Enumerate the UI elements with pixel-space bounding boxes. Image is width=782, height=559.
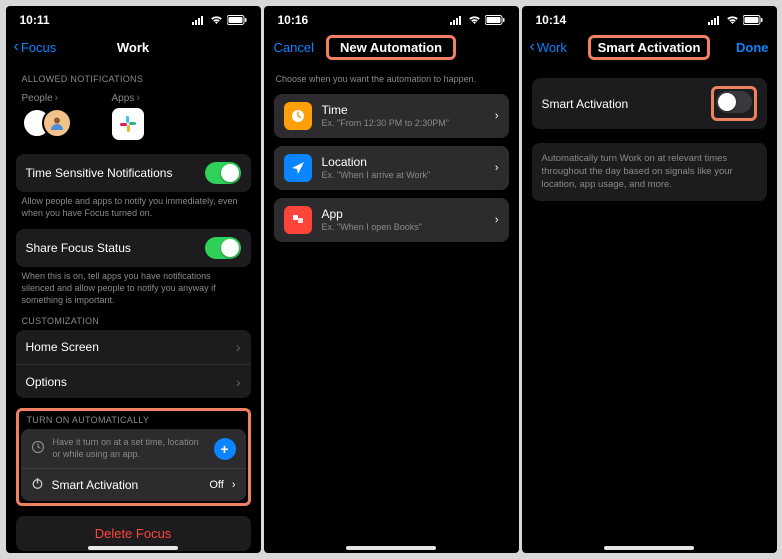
status-bar: 10:14 <box>522 6 777 34</box>
app-icon <box>284 206 312 234</box>
smart-activation-label: Smart Activation <box>542 97 711 111</box>
avatar <box>42 108 72 138</box>
chevron-right-icon: › <box>136 92 140 104</box>
home-screen-row[interactable]: Home Screen › <box>16 330 251 364</box>
smart-activation-description: Automatically turn Work on at relevant t… <box>532 143 767 201</box>
chevron-right-icon: › <box>55 92 59 104</box>
options-label: Options <box>26 375 236 389</box>
time-sensitive-hint: Allow people and apps to notify you imme… <box>16 192 251 219</box>
share-focus-toggle[interactable] <box>205 237 241 259</box>
signal-icon <box>450 15 464 25</box>
time-sensitive-label: Time Sensitive Notifications <box>26 166 205 180</box>
status-time: 10:16 <box>278 13 309 27</box>
share-focus-label: Share Focus Status <box>26 241 205 255</box>
share-focus-hint: When this is on, tell apps you have noti… <box>16 267 251 306</box>
smart-activation-value: Off <box>209 479 223 491</box>
phone-new-automation: 10:16 Cancel New Automation Choose when … <box>264 6 519 553</box>
home-indicator[interactable] <box>346 546 436 550</box>
automation-location-row[interactable]: Location Ex. "When I arrive at Work" › <box>274 146 509 190</box>
wifi-icon <box>210 15 223 25</box>
status-bar: 10:11 <box>6 6 261 34</box>
annotation-highlight: New Automation <box>326 35 456 60</box>
share-focus-row[interactable]: Share Focus Status <box>16 229 251 267</box>
power-icon <box>31 477 44 493</box>
smart-activation-toggle[interactable] <box>716 91 752 113</box>
home-indicator[interactable] <box>88 546 178 550</box>
status-indicators <box>192 15 247 25</box>
chevron-right-icon: › <box>495 162 499 174</box>
chevron-right-icon: › <box>236 375 241 389</box>
chevron-right-icon: › <box>495 110 499 122</box>
automation-subtitle: Ex. "When I arrive at Work" <box>322 170 495 180</box>
location-icon <box>284 154 312 182</box>
annotation-highlight: Smart Activation <box>588 35 711 60</box>
clock-icon <box>284 102 312 130</box>
allowed-header: ALLOWED NOTIFICATIONS <box>16 64 251 88</box>
page-title: Smart Activation <box>594 40 705 55</box>
phone-work-settings: 10:11 ‹ Focus Work ALLOWED NOTIFICATIONS… <box>6 6 261 553</box>
chevron-left-icon: ‹ <box>530 41 535 54</box>
chevron-right-icon: › <box>236 340 241 354</box>
automation-time-row[interactable]: Time Ex. "From 12:30 PM to 2:30PM" › <box>274 94 509 138</box>
time-sensitive-row[interactable]: Time Sensitive Notifications <box>16 154 251 192</box>
annotation-highlight: TURN ON AUTOMATICALLY Have it turn on at… <box>16 408 251 506</box>
battery-icon <box>485 15 505 25</box>
app-icon-slack <box>112 108 144 140</box>
nav-bar: Cancel New Automation <box>264 34 519 64</box>
nav-bar: ‹ Work Smart Activation Done <box>522 34 777 64</box>
smart-activation-row[interactable]: Smart Activation <box>532 78 767 129</box>
chevron-left-icon: ‹ <box>14 41 19 54</box>
chevron-right-icon: › <box>495 214 499 226</box>
chevron-right-icon: › <box>232 479 236 491</box>
apps-label: Apps <box>112 93 135 104</box>
automation-title: Time <box>322 103 495 117</box>
home-indicator[interactable] <box>604 546 694 550</box>
status-indicators <box>708 15 763 25</box>
customization-header: CUSTOMIZATION <box>16 306 251 330</box>
cancel-button[interactable]: Cancel <box>274 40 314 55</box>
signal-icon <box>192 15 206 25</box>
wifi-icon <box>726 15 739 25</box>
page-title: New Automation <box>332 40 450 55</box>
clock-icon <box>31 440 45 457</box>
smart-activation-label: Smart Activation <box>52 478 202 492</box>
automation-subtitle: Ex. "When I open Books" <box>322 222 495 232</box>
status-bar: 10:16 <box>264 6 519 34</box>
status-time: 10:14 <box>536 13 567 27</box>
apps-group[interactable]: Apps› <box>112 92 144 140</box>
home-screen-label: Home Screen <box>26 340 236 354</box>
signal-icon <box>708 15 722 25</box>
options-row[interactable]: Options › <box>16 364 251 398</box>
battery-icon <box>227 15 247 25</box>
back-label: Focus <box>21 40 56 55</box>
auto-hint-text: Have it turn on at a set time, location … <box>53 437 206 460</box>
back-button[interactable]: ‹ Focus <box>14 40 57 55</box>
auto-hint-row: Have it turn on at a set time, location … <box>21 429 246 469</box>
automation-title: App <box>322 207 495 221</box>
back-label: Work <box>537 40 567 55</box>
status-indicators <box>450 15 505 25</box>
battery-icon <box>743 15 763 25</box>
automation-subtitle: Ex. "From 12:30 PM to 2:30PM" <box>322 118 495 128</box>
automation-title: Location <box>322 155 495 169</box>
wifi-icon <box>468 15 481 25</box>
annotation-highlight <box>711 86 757 121</box>
automation-prompt: Choose when you want the automation to h… <box>274 70 509 86</box>
phone-smart-activation: 10:14 ‹ Work Smart Activation Done <box>522 6 777 553</box>
automation-app-row[interactable]: App Ex. "When I open Books" › <box>274 198 509 242</box>
people-group[interactable]: People› <box>22 92 72 140</box>
auto-header: TURN ON AUTOMATICALLY <box>21 413 246 429</box>
status-time: 10:11 <box>20 13 50 27</box>
done-button[interactable]: Done <box>736 40 769 55</box>
people-label: People <box>22 93 53 104</box>
nav-bar: ‹ Focus Work <box>6 34 261 64</box>
back-button[interactable]: ‹ Work <box>530 40 567 55</box>
smart-activation-row[interactable]: Smart Activation Off › <box>21 469 246 501</box>
time-sensitive-toggle[interactable] <box>205 162 241 184</box>
add-automation-button[interactable]: + <box>214 438 236 460</box>
